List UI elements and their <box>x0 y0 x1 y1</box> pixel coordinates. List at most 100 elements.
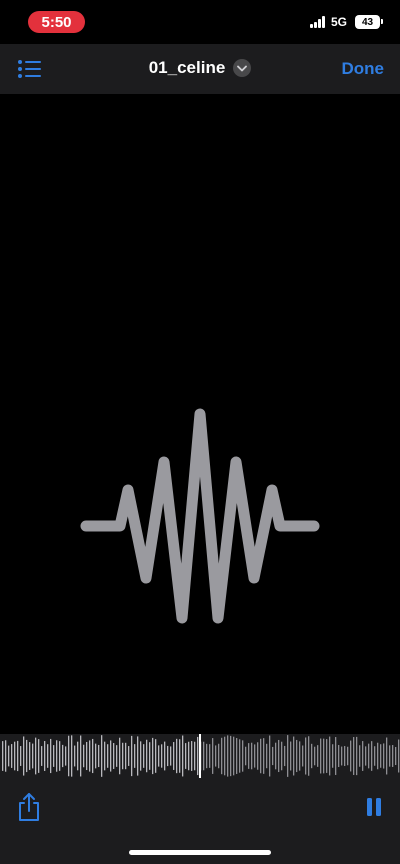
scrubber-bar <box>233 736 235 776</box>
scrubber-bar <box>266 743 268 769</box>
scrubber-bar <box>392 745 394 767</box>
scrubber-bar <box>230 735 232 777</box>
scrubber-bar <box>104 741 106 771</box>
scrubber-bar <box>131 735 133 777</box>
scrubber-bar <box>281 741 283 771</box>
scrubber-bar <box>92 738 94 774</box>
scrubber-bar <box>26 739 28 773</box>
scrubber-bar <box>95 743 97 769</box>
scrubber-bar <box>188 741 190 771</box>
scrubber-bar <box>251 742 253 770</box>
scrubber-bar <box>71 735 73 777</box>
scrubber-bar <box>125 742 127 770</box>
status-bar: 5:50 5G 43 <box>0 0 400 44</box>
scrubber-bar <box>353 737 355 775</box>
scrubber-bar <box>293 736 295 776</box>
scrubber-bar <box>341 746 343 766</box>
scrubber-bar <box>332 744 334 768</box>
scrubber-bar <box>221 737 223 775</box>
scrubber-bar <box>263 738 265 774</box>
scrubber-bar <box>185 743 187 769</box>
scrubber-bar <box>152 737 154 775</box>
scrubber-bar <box>227 735 229 777</box>
scrubber-bar <box>206 743 208 769</box>
scrubber-bar <box>323 738 325 774</box>
scrubber-bar <box>83 744 85 768</box>
scrubber-bar <box>86 741 88 771</box>
done-button[interactable]: Done <box>342 59 385 79</box>
scrubber-bar <box>11 744 13 768</box>
scrubber-bar <box>365 746 367 766</box>
scrubber-bar <box>119 737 121 775</box>
scrubber-bar <box>317 745 319 767</box>
scrubber-bar <box>338 744 340 768</box>
network-type: 5G <box>331 15 348 29</box>
scrubber-bar <box>398 739 400 773</box>
scrubber-bar <box>8 745 10 767</box>
scrubber-bar <box>350 740 352 772</box>
scrubber-bar <box>44 741 46 771</box>
scrubber-bar <box>269 735 271 777</box>
scrubber-bar <box>62 744 64 768</box>
scrubber-bar <box>155 739 157 773</box>
scrubber-bar <box>299 741 301 771</box>
scrubber-bar <box>116 745 118 767</box>
scrubber-bar <box>359 745 361 767</box>
recording-title: 01_celine <box>148 58 226 77</box>
bottom-toolbar <box>0 778 400 864</box>
chevron-down-icon[interactable] <box>233 59 252 77</box>
scrubber-bar <box>218 743 220 769</box>
scrubber-bar <box>212 738 214 774</box>
scrubber-bar <box>296 739 298 773</box>
cellular-signal-icon <box>310 16 326 28</box>
scrubber-bar <box>176 738 178 774</box>
scrubber-bar <box>170 746 172 766</box>
scrubber-bar <box>368 743 370 769</box>
scrubber-bar <box>371 741 373 771</box>
scrubber-bar <box>383 743 385 769</box>
scrubber-bar <box>20 746 22 766</box>
scrubber-bar <box>320 738 322 774</box>
scrubber-bar <box>173 742 175 770</box>
scrubber-bar <box>179 739 181 773</box>
recording-time-pill[interactable]: 5:50 <box>28 11 85 33</box>
scrubber-bar <box>74 745 76 767</box>
scrubber-bar <box>77 741 79 771</box>
status-time: 5:50 <box>41 13 72 31</box>
share-icon[interactable] <box>16 792 42 822</box>
scrubber-bar <box>245 746 247 766</box>
scrubber-bar <box>314 746 316 766</box>
waveform-scrubber[interactable] <box>0 734 400 778</box>
scrubber-bar <box>311 743 313 769</box>
scrubber-bar <box>98 744 100 768</box>
scrubber-bar <box>377 742 379 770</box>
scrubber-bar <box>305 737 307 775</box>
scrubber-bar <box>242 740 244 772</box>
scrubber-bar <box>308 736 310 776</box>
scrubber-bar <box>362 741 364 771</box>
scrubber-bar <box>2 741 4 771</box>
scrubber-bar <box>143 744 145 768</box>
scrubber-bar <box>65 746 67 766</box>
scrubber-bar <box>68 735 70 777</box>
scrubber-bar <box>167 745 169 767</box>
scrubber-bar <box>236 738 238 774</box>
title-menu[interactable]: 01_celine <box>0 58 400 78</box>
scrubber-bar <box>56 740 58 772</box>
scrubber-bar <box>140 741 142 771</box>
scrubber-bar <box>239 739 241 773</box>
scrubber-bar <box>191 741 193 771</box>
scrubber-bar <box>278 739 280 773</box>
scrubber-bar <box>35 737 37 775</box>
scrubber-bar <box>128 746 130 766</box>
main-content <box>0 94 400 734</box>
scrubber-bar <box>5 740 7 772</box>
scrubber-bar <box>254 744 256 768</box>
scrubber-bar <box>374 746 376 766</box>
playhead[interactable] <box>199 734 201 778</box>
scrubber-bar <box>107 744 109 768</box>
scrubber-bar <box>32 743 34 769</box>
scrubber-bar <box>287 735 289 777</box>
pause-icon[interactable] <box>362 796 386 818</box>
waveform-icon <box>80 408 320 624</box>
